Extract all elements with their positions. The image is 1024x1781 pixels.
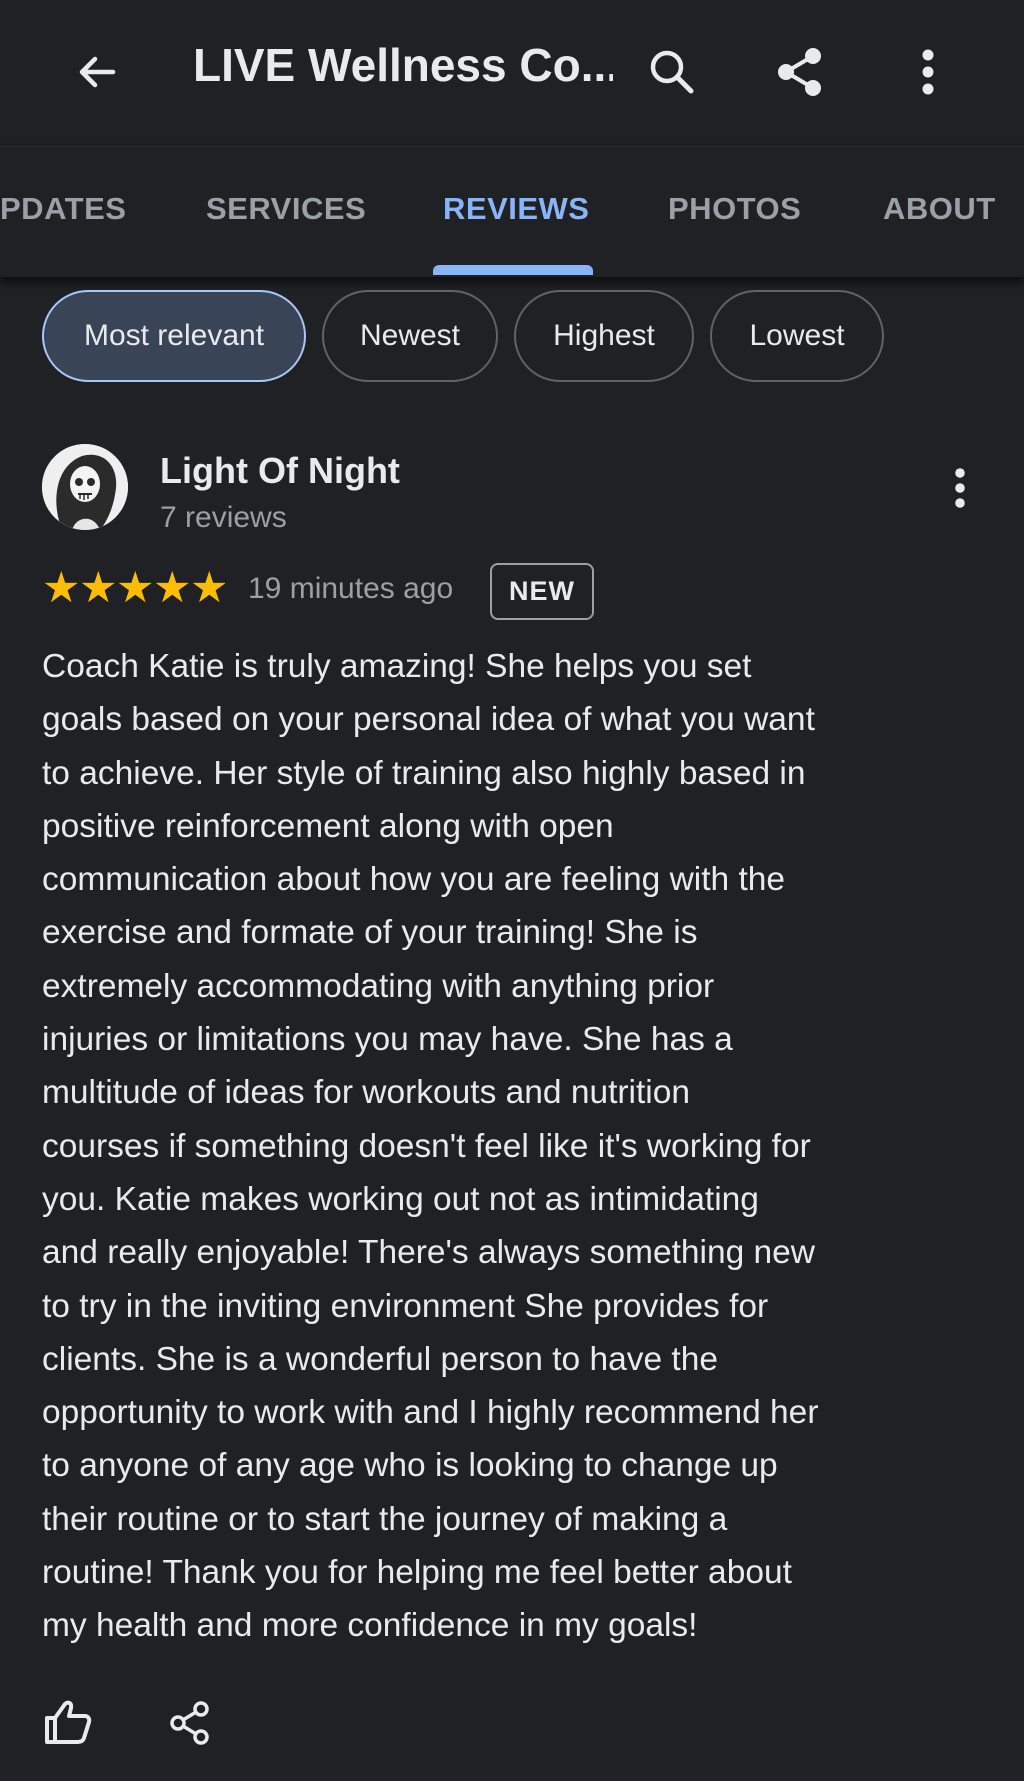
- reviewer-review-count: 7 reviews: [160, 501, 287, 534]
- review-text-line: and really enjoyable! There's always som…: [42, 1234, 815, 1272]
- review-text-line: Coach Katie is truly amazing! She helps …: [42, 648, 752, 685]
- tab-services[interactable]: SERVICES: [206, 191, 366, 227]
- review-text-line: positive reinforcement along with open: [42, 807, 614, 845]
- search-icon: [650, 50, 694, 94]
- share-icon: [170, 1701, 209, 1745]
- more-vert-icon: [955, 468, 965, 508]
- review-text-line: communication about how you are feeling …: [42, 861, 786, 899]
- review-text-line: injuries or limitations you may have. Sh…: [42, 1021, 733, 1059]
- tab-reviews[interactable]: REVIEWS: [443, 191, 589, 227]
- chip-lowest[interactable]: Lowest: [710, 290, 884, 382]
- review-more-options-button[interactable]: [935, 460, 985, 516]
- active-tab-indicator: [433, 265, 593, 275]
- thumbs-up-icon: [45, 1700, 92, 1744]
- review-text-line: routine! Thank you for helping me feel b…: [42, 1554, 792, 1592]
- chip-most-relevant[interactable]: Most relevant: [42, 290, 306, 382]
- tab-about[interactable]: ABOUT: [883, 191, 996, 227]
- review-text-line: to anyone of any age who is looking to c…: [42, 1447, 778, 1485]
- chip-highest[interactable]: Highest: [514, 290, 694, 382]
- review-text-line: multitude of ideas for workouts and nutr…: [42, 1074, 691, 1112]
- star-icon: ★: [42, 564, 81, 612]
- page-title: LIVE Wellness Co...: [193, 39, 613, 91]
- reviewer-name[interactable]: Light Of Night: [160, 450, 400, 492]
- share-button[interactable]: [758, 30, 842, 114]
- like-button[interactable]: [40, 1695, 96, 1751]
- review-time: 19 minutes ago: [248, 572, 454, 605]
- more-options-button[interactable]: [886, 30, 970, 114]
- star-icon: ★: [190, 564, 229, 612]
- star-icon: ★: [153, 564, 192, 612]
- star-icon: ★: [79, 564, 118, 612]
- review-text-line: exercise and formate of your training! S…: [42, 914, 698, 952]
- more-vert-icon: [922, 49, 934, 95]
- review-text-line: clients. She is a wonderful person to ha…: [42, 1340, 718, 1378]
- tab-bar: PDATES SERVICES REVIEWS PHOTOS ABOUT: [0, 146, 1024, 277]
- chip-newest[interactable]: Newest: [322, 290, 498, 382]
- review-text-line: goals based on your personal idea of wha…: [42, 701, 815, 739]
- review-text-line: their routine or to start the journey of…: [42, 1500, 728, 1538]
- reviewer-avatar-image: [42, 444, 128, 530]
- review-text-line: my health and more confidence in my goal…: [42, 1607, 698, 1645]
- review-text-line: you. Katie makes working out not as inti…: [42, 1180, 759, 1218]
- review-text-line: to try in the inviting environment She p…: [42, 1287, 769, 1325]
- share-review-button[interactable]: [162, 1695, 218, 1751]
- sort-chips: Most relevant Newest Highest Lowest: [0, 290, 1024, 386]
- review-text-line: extremely accommodating with anything pr…: [42, 967, 715, 1005]
- star-icon: ★: [116, 564, 155, 612]
- avatar[interactable]: [42, 444, 128, 530]
- review-text-line: opportunity to work with and I highly re…: [42, 1394, 819, 1432]
- review-text-line: to achieve. Her style of training also h…: [42, 754, 806, 792]
- app-bar: LIVE Wellness Co...: [0, 0, 1024, 146]
- share-icon: [778, 48, 821, 96]
- review-text: Coach Katie is truly amazing! She helps …: [42, 640, 972, 1653]
- search-button[interactable]: [630, 30, 714, 114]
- new-badge: NEW: [490, 563, 594, 620]
- review-text-line: courses if something doesn't feel like i…: [42, 1127, 811, 1165]
- star-rating: ★ ★ ★ ★ ★: [42, 564, 229, 612]
- back-button[interactable]: [55, 30, 139, 114]
- tab-updates[interactable]: PDATES: [0, 191, 126, 227]
- arrow-left-icon: [79, 56, 116, 88]
- tab-photos[interactable]: PHOTOS: [668, 191, 801, 227]
